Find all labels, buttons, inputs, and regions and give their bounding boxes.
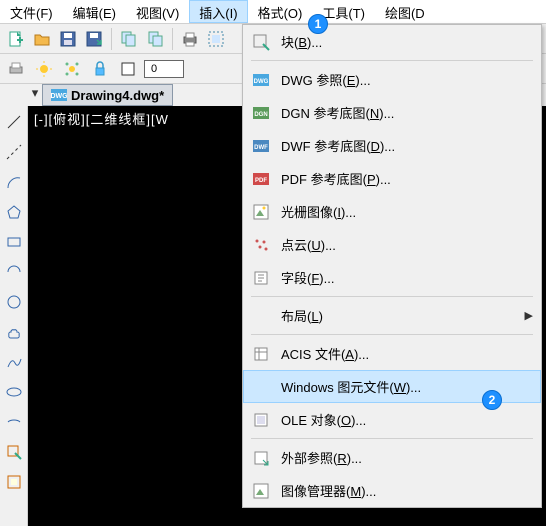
- menu-item-label: ACIS 文件(A)...: [281, 344, 533, 363]
- blank-icon: [251, 306, 271, 326]
- menu-文件(F)[interactable]: 文件(F): [0, 0, 63, 23]
- menu-item-xref[interactable]: 外部参照(R)...: [243, 441, 541, 474]
- print-button[interactable]: [178, 27, 202, 51]
- menu-item-label: DWF 参考底图(D)...: [281, 136, 533, 155]
- copy-button[interactable]: [117, 27, 141, 51]
- menu-item-label: OLE 对象(O)...: [281, 410, 533, 429]
- menu-item-label: 图像管理器(M)...: [281, 481, 533, 500]
- menu-item-label: 光栅图像(I)...: [281, 202, 533, 221]
- menu-插入(I)[interactable]: 插入(I): [189, 0, 247, 23]
- freeze-icon[interactable]: [60, 57, 84, 81]
- pointcloud-icon: [251, 235, 271, 255]
- paste-button[interactable]: [143, 27, 167, 51]
- print-preview-button[interactable]: [204, 27, 228, 51]
- menu-item-label: DGN 参考底图(N)...: [281, 103, 533, 122]
- svg-text:DWG: DWG: [254, 79, 269, 85]
- imgmgr-icon: [251, 481, 271, 501]
- menu-item-pdf[interactable]: PDF PDF 参考底图(P)...: [243, 162, 541, 195]
- menu-item-block[interactable]: 块(B)...: [243, 25, 541, 58]
- ole-icon: [251, 410, 271, 430]
- svg-text:DGN: DGN: [254, 112, 267, 118]
- menu-item-dwf[interactable]: DWF DWF 参考底图(D)...: [243, 129, 541, 162]
- menu-item-label: 块(B)...: [281, 32, 533, 51]
- menu-item-dgn[interactable]: DGN DGN 参考底图(N)...: [243, 96, 541, 129]
- menu-separator: [251, 334, 533, 335]
- linewidth-value: 0: [151, 63, 157, 75]
- save-button[interactable]: [56, 27, 80, 51]
- menu-item-label: 点云(U)...: [281, 235, 533, 254]
- annotation-badge-1: 1: [308, 14, 328, 34]
- dwf-icon: DWF: [251, 136, 271, 156]
- dgn-icon: DGN: [251, 103, 271, 123]
- revision-cloud-tool[interactable]: [2, 320, 26, 344]
- acis-icon: [251, 344, 271, 364]
- rectangle-tool[interactable]: [2, 230, 26, 254]
- construction-line-tool[interactable]: [2, 140, 26, 164]
- color-swatch[interactable]: [116, 57, 140, 81]
- menu-item-label: 外部参照(R)...: [281, 448, 533, 467]
- menu-item-label: 字段(F)...: [281, 268, 533, 287]
- make-block-tool[interactable]: [2, 470, 26, 494]
- menu-item-pointcloud[interactable]: 点云(U)...: [243, 228, 541, 261]
- save-as-button[interactable]: [82, 27, 106, 51]
- menubar: 文件(F)编辑(E)视图(V)插入(I)格式(O)工具(T)绘图(D: [0, 0, 546, 24]
- dwg-icon: DWG: [251, 70, 271, 90]
- dwg-file-icon: DWG: [51, 88, 67, 102]
- svg-text:DWG: DWG: [51, 93, 67, 100]
- menu-item-label: PDF 参考底图(P)...: [281, 169, 533, 188]
- menu-item-field[interactable]: 字段(F)...: [243, 261, 541, 294]
- line-tool[interactable]: [2, 110, 26, 134]
- menu-item-L[interactable]: 布局(L) ▶: [243, 299, 541, 332]
- layer-print-button[interactable]: [4, 57, 28, 81]
- viewport-label: [-][俯视][二维线框][W: [34, 109, 169, 128]
- linewidth-selector[interactable]: 0: [144, 60, 184, 78]
- lock-icon[interactable]: [88, 57, 112, 81]
- annotation-badge-2: 2: [482, 390, 502, 410]
- menu-separator: [251, 296, 533, 297]
- menu-item-acis[interactable]: ACIS 文件(A)...: [243, 337, 541, 370]
- menu-separator: [251, 60, 533, 61]
- circle-tool[interactable]: [2, 290, 26, 314]
- drawing-tab[interactable]: DWG Drawing4.dwg*: [42, 84, 173, 106]
- block-icon: [251, 32, 271, 52]
- menu-视图(V)[interactable]: 视图(V): [126, 0, 189, 23]
- sun-icon[interactable]: [32, 57, 56, 81]
- tab-filename: Drawing4.dwg*: [71, 88, 164, 103]
- insert-block-tool[interactable]: [2, 440, 26, 464]
- ellipse-arc-tool[interactable]: [2, 410, 26, 434]
- menu-绘图(D[interactable]: 绘图(D: [375, 0, 435, 23]
- ellipse-tool[interactable]: [2, 380, 26, 404]
- menu-item-dwg[interactable]: DWG DWG 参照(E)...: [243, 63, 541, 96]
- spline-tool[interactable]: [2, 350, 26, 374]
- menu-item-label: 布局(L): [281, 306, 515, 325]
- menu-separator: [251, 438, 533, 439]
- submenu-arrow-icon: ▶: [525, 309, 533, 322]
- menu-编辑(E)[interactable]: 编辑(E): [63, 0, 126, 23]
- svg-text:DWF: DWF: [254, 145, 268, 151]
- new-file-button[interactable]: [4, 27, 28, 51]
- menu-item-label: DWG 参照(E)...: [281, 70, 533, 89]
- left-toolbar: [0, 106, 28, 526]
- raster-icon: [251, 202, 271, 222]
- blank-icon: [251, 377, 271, 397]
- polygon-tool[interactable]: [2, 200, 26, 224]
- tab-dropdown-arrow[interactable]: ▾: [28, 84, 42, 102]
- insert-menu-dropdown: 块(B)...DWGDWG 参照(E)...DGNDGN 参考底图(N)...D…: [242, 24, 542, 508]
- menu-item-imgmgr[interactable]: 图像管理器(M)...: [243, 474, 541, 507]
- field-icon: [251, 268, 271, 288]
- menu-格式(O)[interactable]: 格式(O): [248, 0, 313, 23]
- arc-tool[interactable]: [2, 170, 26, 194]
- pdf-icon: PDF: [251, 169, 271, 189]
- menu-item-raster[interactable]: 光栅图像(I)...: [243, 195, 541, 228]
- open-file-button[interactable]: [30, 27, 54, 51]
- arc2-tool[interactable]: [2, 260, 26, 284]
- svg-text:PDF: PDF: [255, 178, 267, 184]
- xref-icon: [251, 448, 271, 468]
